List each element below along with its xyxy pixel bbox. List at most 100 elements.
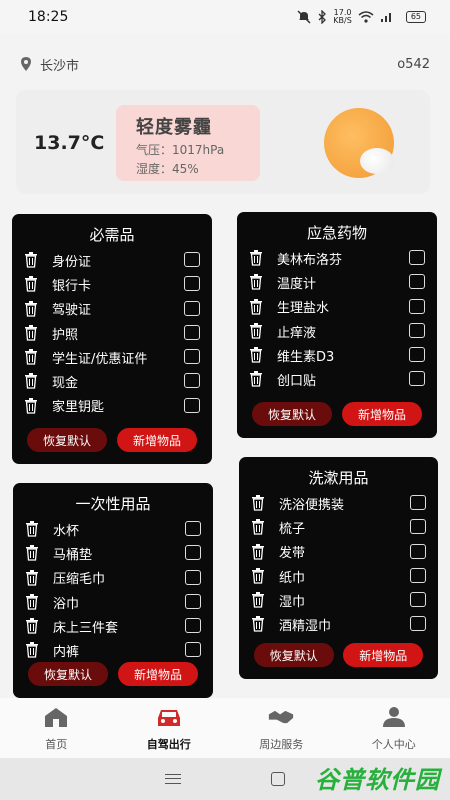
trash-icon[interactable] (24, 252, 38, 268)
item-label: 家里钥匙 (52, 400, 105, 416)
trash-icon[interactable] (251, 519, 265, 535)
reset-default-button[interactable]: 恢复默认 (252, 402, 332, 426)
reset-default-button[interactable]: 恢复默认 (27, 428, 107, 452)
menu-icon[interactable] (165, 774, 181, 784)
checklist-item: 驾驶证 (12, 297, 212, 321)
nav-self-drive[interactable]: 自驾出行 (124, 698, 214, 758)
item-checkbox[interactable] (184, 324, 200, 340)
add-item-button[interactable]: 新增物品 (118, 662, 198, 686)
nav-nearby-services[interactable]: 周边服务 (236, 698, 326, 758)
item-label: 床上三件套 (53, 620, 119, 636)
trash-icon[interactable] (24, 397, 38, 414)
item-checkbox[interactable] (410, 592, 426, 608)
network-speed: 17.0 KB/S (333, 9, 352, 25)
item-checkbox[interactable] (410, 519, 426, 535)
location-selector[interactable]: 长沙市 (20, 55, 79, 74)
item-checkbox[interactable] (410, 616, 426, 632)
item-checkbox[interactable] (185, 642, 201, 658)
item-checkbox[interactable] (185, 521, 201, 536)
trash-icon[interactable] (25, 593, 39, 610)
trash-icon[interactable] (25, 642, 39, 659)
item-label: 生理盐水 (277, 301, 330, 317)
checklist-item: 美林布洛芬 (237, 246, 437, 270)
card-actions: 恢复默认 新增物品 (12, 428, 212, 452)
item-checkbox[interactable] (185, 569, 201, 585)
trash-icon[interactable] (249, 274, 263, 290)
item-checkbox[interactable] (184, 300, 200, 316)
watermark-logo: 谷普软件园 (315, 766, 440, 794)
trash-icon[interactable] (24, 373, 38, 390)
item-checkbox[interactable] (409, 371, 425, 387)
nav-label-profile: 个人中心 (371, 738, 416, 751)
item-label: 温度计 (277, 276, 317, 292)
checklist-item: 生理盐水 (237, 295, 437, 319)
location-row: 长沙市 o542 (20, 52, 430, 76)
item-checkbox[interactable] (410, 495, 426, 510)
trash-icon[interactable] (249, 250, 263, 266)
checklist-item: 身份证 (12, 248, 212, 272)
item-checkbox[interactable] (185, 618, 201, 634)
item-checkbox[interactable] (409, 347, 425, 363)
add-item-button[interactable]: 新增物品 (117, 428, 197, 452)
checklist-item: 维生素D3 (237, 343, 437, 367)
trash-icon[interactable] (25, 545, 39, 561)
bottom-navigation: 首页 自驾出行 周边服务 个人中心 (0, 698, 450, 758)
trash-icon[interactable] (25, 618, 39, 634)
checklist-item: 现金 (12, 369, 212, 393)
city-name: 长沙市 (40, 58, 80, 74)
nav-label-self-drive: 自驾出行 (146, 738, 191, 751)
trash-icon[interactable] (25, 569, 39, 586)
add-item-button[interactable]: 新增物品 (343, 643, 424, 667)
trash-icon[interactable] (24, 276, 38, 292)
item-checkbox[interactable] (410, 567, 426, 583)
add-item-button[interactable]: 新增物品 (342, 402, 422, 426)
item-checkbox[interactable] (409, 274, 425, 290)
trash-icon[interactable] (249, 322, 263, 339)
status-time: 18:25 (28, 9, 69, 25)
nav-home[interactable]: 首页 (11, 698, 101, 758)
item-checkbox[interactable] (184, 276, 200, 292)
item-label: 止痒液 (277, 325, 317, 341)
item-label: 维生素D3 (277, 349, 335, 365)
trash-icon[interactable] (249, 347, 263, 363)
trash-icon[interactable] (251, 543, 265, 560)
weather-condition: 轻度雾霾 (136, 117, 212, 138)
item-checkbox[interactable] (410, 543, 426, 559)
item-checkbox[interactable] (184, 252, 200, 267)
item-checkbox[interactable] (184, 349, 200, 365)
item-checkbox[interactable] (409, 322, 425, 338)
checklist-item: 护照 (12, 321, 212, 345)
trash-icon[interactable] (24, 300, 38, 317)
checklist-item: 学生证/优惠证件 (12, 345, 212, 369)
item-label: 驾驶证 (52, 303, 92, 319)
trash-icon[interactable] (24, 324, 38, 341)
item-checkbox[interactable] (184, 373, 200, 389)
card-actions: 恢复默认 新增物品 (237, 402, 437, 426)
trash-icon[interactable] (249, 298, 263, 315)
trash-icon[interactable] (25, 521, 39, 537)
trash-icon[interactable] (251, 616, 265, 633)
home-button-icon[interactable] (271, 772, 285, 786)
signal-icon (380, 13, 391, 22)
trash-icon[interactable] (24, 349, 38, 365)
item-checkbox[interactable] (409, 250, 425, 265)
reset-default-button[interactable]: 恢复默认 (28, 662, 108, 686)
item-checkbox[interactable] (185, 593, 201, 609)
temperature: 13.7°C (34, 132, 105, 154)
trash-icon[interactable] (249, 371, 263, 388)
trash-icon[interactable] (251, 567, 265, 584)
checklist-item: 酒精湿巾 (239, 612, 438, 636)
item-checkbox[interactable] (409, 298, 425, 314)
checklist-item: 温度计 (237, 270, 437, 294)
weather-card: 13.7°C 轻度雾霾 气压：1017hPa 湿度：45% (16, 90, 430, 194)
trash-icon[interactable] (251, 592, 265, 608)
nav-profile[interactable]: 个人中心 (349, 698, 439, 758)
card-title: 洗漱用品 (308, 469, 369, 487)
item-label: 创口贴 (277, 374, 317, 390)
wifi-icon (358, 11, 374, 23)
item-checkbox[interactable] (185, 545, 201, 561)
item-checkbox[interactable] (184, 397, 200, 413)
reset-default-button[interactable]: 恢复默认 (253, 643, 334, 667)
checklist-item: 床上三件套 (13, 614, 213, 638)
trash-icon[interactable] (251, 495, 265, 511)
